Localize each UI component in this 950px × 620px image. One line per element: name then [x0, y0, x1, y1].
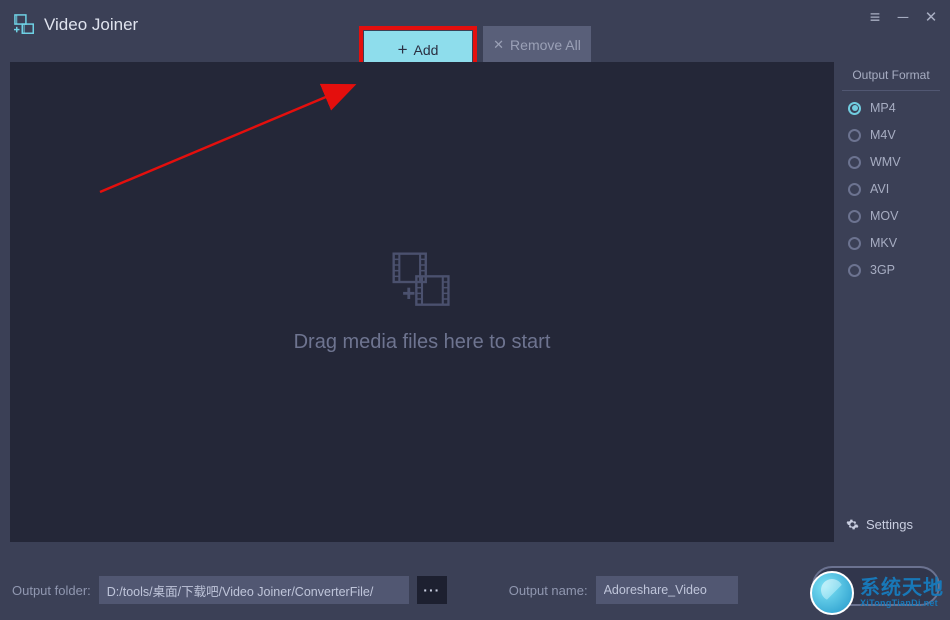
close-button[interactable]: ✕: [922, 8, 940, 26]
output-format-panel: Output Format MP4 M4V WMV AVI MOV MKV 3G…: [842, 62, 940, 542]
radio-icon: [848, 129, 861, 142]
filmstrip-plus-icon: [388, 251, 456, 313]
output-folder-input[interactable]: [99, 576, 409, 604]
app-title: Video Joiner: [44, 15, 138, 35]
format-option-mp4[interactable]: MP4: [848, 101, 940, 115]
format-label: M4V: [870, 128, 896, 142]
format-option-m4v[interactable]: M4V: [848, 128, 940, 142]
watermark-cn: 系统天地: [860, 578, 944, 599]
format-label: AVI: [870, 182, 889, 196]
dropzone-hint: Drag media files here to start: [294, 331, 551, 354]
hamburger-menu-icon[interactable]: ≡: [866, 8, 884, 26]
media-drop-area[interactable]: Drag media files here to start: [10, 62, 834, 542]
watermark: 系统天地 XiTongTianDi.net: [810, 571, 944, 615]
app-logo: Video Joiner: [14, 14, 138, 36]
format-option-mkv[interactable]: MKV: [848, 236, 940, 250]
browse-folder-button[interactable]: ···: [417, 576, 447, 604]
x-icon: ✕: [493, 37, 504, 53]
settings-label: Settings: [866, 517, 913, 532]
radio-icon: [848, 102, 861, 115]
remove-all-button[interactable]: ✕ Remove All: [483, 26, 591, 64]
watermark-globe-icon: [810, 571, 854, 615]
radio-icon: [848, 156, 861, 169]
format-radio-group: MP4 M4V WMV AVI MOV MKV 3GP: [842, 101, 940, 277]
radio-icon: [848, 183, 861, 196]
format-label: 3GP: [870, 263, 895, 277]
format-option-avi[interactable]: AVI: [848, 182, 940, 196]
radio-icon: [848, 237, 861, 250]
format-label: MOV: [870, 209, 898, 223]
format-option-wmv[interactable]: WMV: [848, 155, 940, 169]
minimize-button[interactable]: ─: [894, 8, 912, 26]
settings-link[interactable]: Settings: [842, 511, 940, 542]
output-folder-label: Output folder:: [12, 583, 91, 598]
add-button-label: Add: [414, 42, 439, 58]
format-option-mov[interactable]: MOV: [848, 209, 940, 223]
format-label: WMV: [870, 155, 901, 169]
bottom-bar: Output folder: ··· Output name:: [0, 560, 950, 620]
output-format-header: Output Format: [842, 62, 940, 91]
format-label: MP4: [870, 101, 896, 115]
radio-icon: [848, 210, 861, 223]
format-option-3gp[interactable]: 3GP: [848, 263, 940, 277]
plus-icon: +: [398, 40, 408, 60]
logo-icon: [14, 14, 36, 36]
watermark-en: XiTongTianDi.net: [860, 599, 944, 608]
radio-icon: [848, 264, 861, 277]
remove-all-label: Remove All: [510, 37, 581, 53]
output-name-input[interactable]: [596, 576, 738, 604]
gear-icon: [846, 518, 859, 531]
format-label: MKV: [870, 236, 897, 250]
output-name-label: Output name:: [509, 583, 588, 598]
